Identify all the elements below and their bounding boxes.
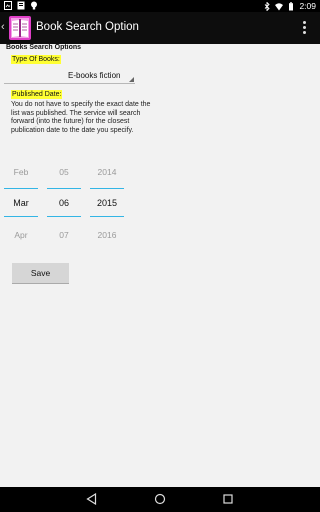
screenshot-icon <box>4 1 12 10</box>
spinner-selected-value: E-books fiction <box>68 71 121 80</box>
wifi-icon <box>275 2 284 10</box>
book-notification-icon <box>17 1 25 10</box>
spinner-dropdown-icon <box>129 77 134 82</box>
day-next[interactable]: 07 <box>47 230 81 240</box>
month-selected[interactable]: Mar <box>4 198 38 208</box>
recents-nav-icon[interactable] <box>223 494 233 504</box>
back-nav-icon[interactable] <box>86 493 97 505</box>
published-date-description: You do not have to specify the exact dat… <box>11 101 151 134</box>
type-of-books-label: Type Of Books: <box>11 55 61 64</box>
book-app-icon[interactable] <box>8 15 32 41</box>
status-bar: 2:09 <box>0 0 320 12</box>
day-selected[interactable]: 06 <box>47 198 81 208</box>
back-caret-icon[interactable]: ‹ <box>1 21 5 33</box>
month-next[interactable]: Apr <box>4 230 38 240</box>
navigation-bar <box>0 487 320 512</box>
year-selected[interactable]: 2015 <box>90 198 124 208</box>
year-prev[interactable]: 2014 <box>90 167 124 177</box>
battery-icon <box>289 1 294 11</box>
search-options-form: Books Search Options Type Of Books: E-bo… <box>0 44 320 487</box>
action-bar: ‹ Book Search Option <box>0 12 320 44</box>
bluetooth-icon <box>265 1 271 11</box>
page-title: Book Search Option <box>36 21 139 33</box>
type-of-books-spinner[interactable]: E-books fiction <box>4 69 135 84</box>
section-title: Books Search Options <box>6 44 82 51</box>
lightbulb-icon <box>31 1 37 10</box>
overflow-menu-icon[interactable] <box>303 21 307 35</box>
year-next[interactable]: 2016 <box>90 230 124 240</box>
month-prev[interactable]: Feb <box>4 167 38 177</box>
day-prev[interactable]: 05 <box>47 167 81 177</box>
published-date-label: Published Date: <box>11 90 63 99</box>
save-button[interactable]: Save <box>12 263 69 284</box>
home-nav-icon[interactable] <box>154 493 166 505</box>
status-time: 2:09 <box>299 1 316 11</box>
